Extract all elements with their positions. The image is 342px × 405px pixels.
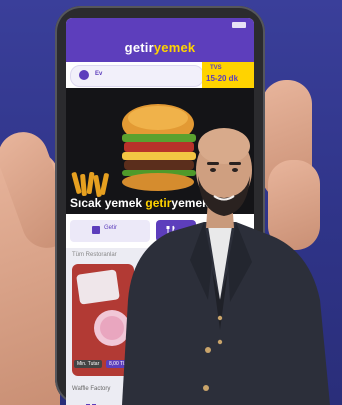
man-portrait [122, 128, 330, 405]
photo: getiryemek Ev TVS 15-20 dk Sıcak yemek g… [0, 0, 342, 405]
